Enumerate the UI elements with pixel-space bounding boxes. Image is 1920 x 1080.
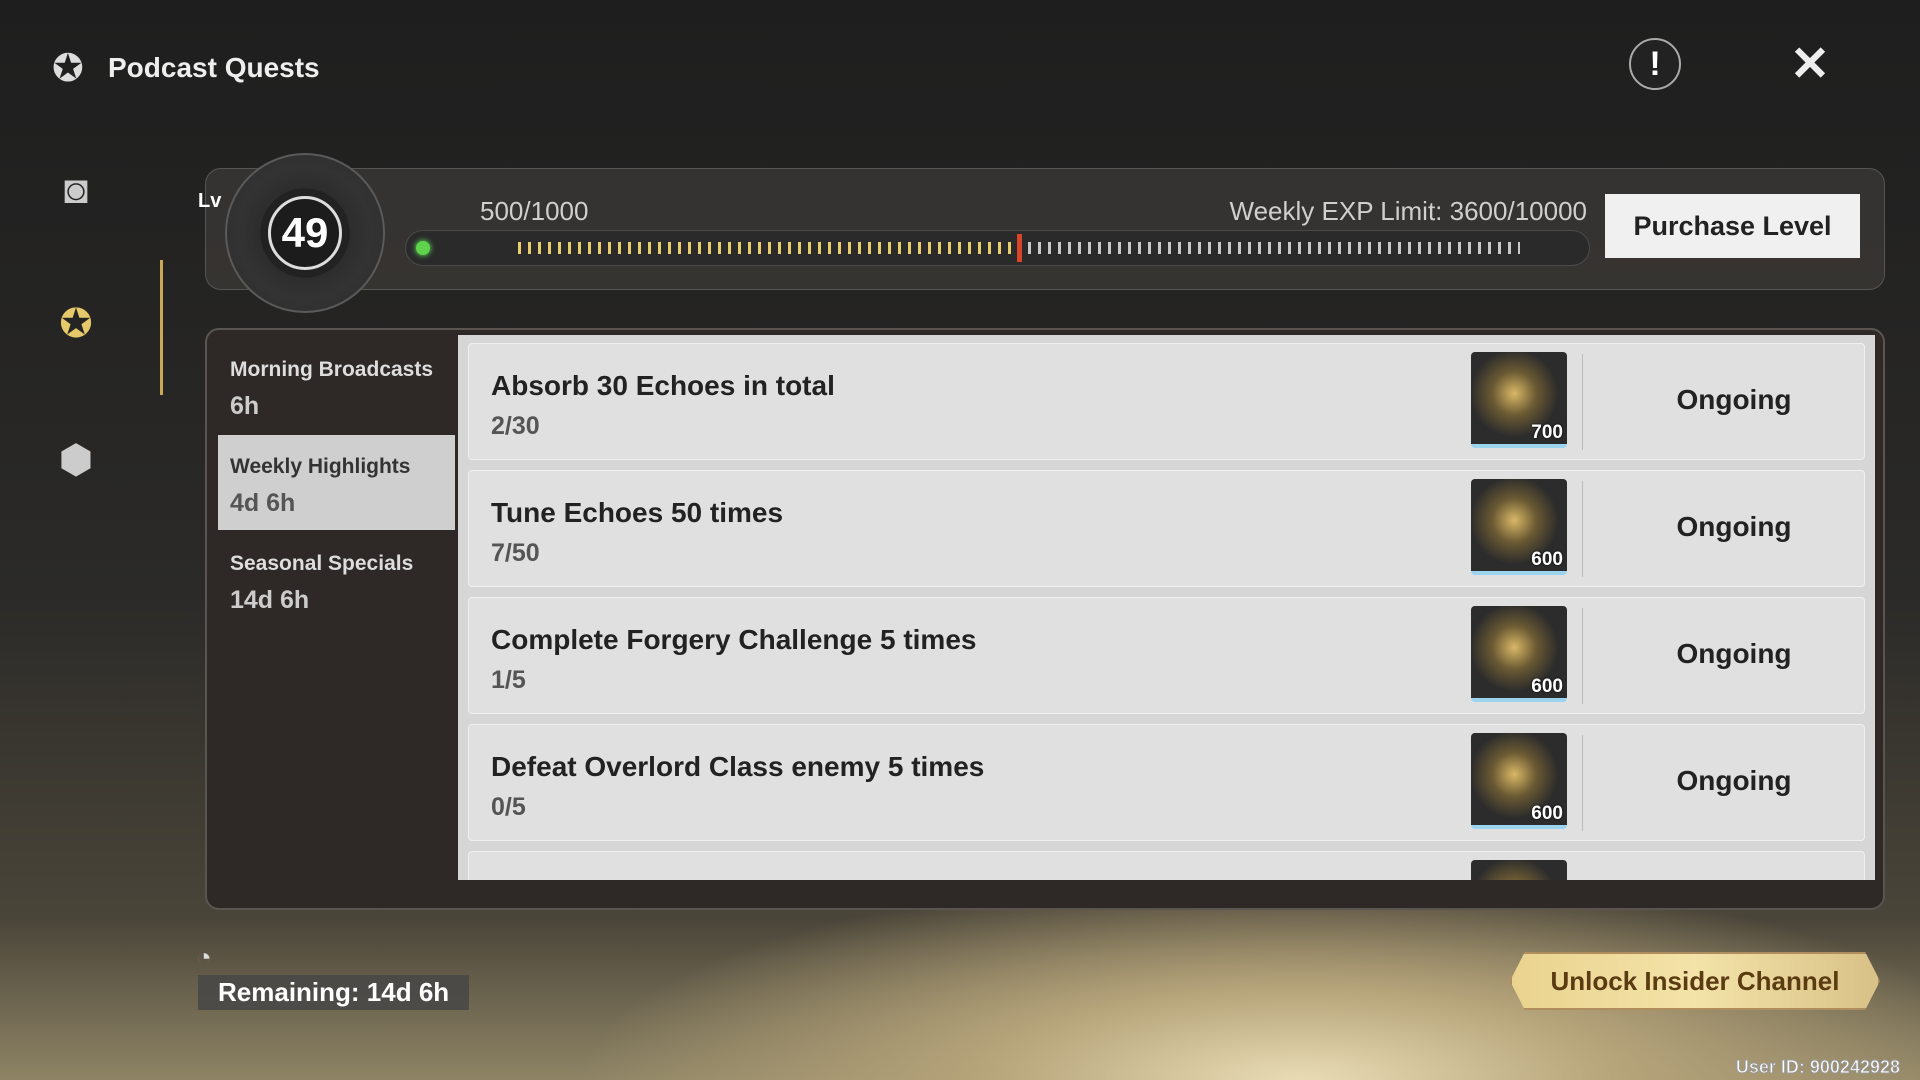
divider [1582,354,1583,450]
quest-status: Ongoing [1676,511,1792,542]
quest-title: Complete Forgery Challenge 5 times [491,624,977,655]
quest-progress: 1/5 [491,666,526,694]
sidebar-active-indicator [160,260,163,395]
quest-row[interactable]: Absorb 30 Echoes in total 2/30 700 Ongoi… [468,343,1865,460]
quest-status: Ongoing [1676,384,1792,415]
quest-progress: 2/30 [491,412,540,440]
quest-progress: 7/50 [491,539,540,567]
info-button[interactable]: ! [1629,38,1681,90]
reward-amount: 700 [1531,422,1563,443]
sidebar-item-podcast[interactable]: ✪ [50,298,102,350]
reward-amount: 600 [1531,676,1563,697]
close-button[interactable]: ✕ [1784,38,1836,91]
unlock-insider-channel-button[interactable]: Unlock Insider Channel [1510,952,1880,1010]
reward-item[interactable] [1471,860,1567,880]
sidebar-item-record[interactable]: ◙ [50,164,102,216]
tab-morning-broadcasts[interactable]: Morning Broadcasts 6h [218,338,455,433]
tab-time: 6h [230,392,260,420]
close-x-icon: ✕ [1789,38,1831,91]
tab-name: Seasonal Specials [230,552,414,575]
page-title: Podcast Quests [108,52,320,83]
divider [1582,735,1583,831]
exclamation-icon: ! [1649,44,1661,83]
tab-seasonal-specials[interactable]: Seasonal Specials 14d 6h [218,532,455,627]
level-label: Lv [198,190,222,212]
quest-title: Defeat Overlord Class enemy 5 times [491,751,985,782]
reward-item[interactable]: 700 [1471,352,1567,448]
exp-ticks-filled [518,242,1019,254]
reward-amount: 600 [1531,803,1563,824]
quest-row[interactable]: Tune Echoes 50 times 7/50 600 Ongoing [468,470,1865,587]
record-player-icon: ◙ [63,167,89,212]
user-id: User ID: 900242928 [1735,1057,1900,1078]
reward-amount: 600 [1531,549,1563,570]
quest-progress: 0/5 [491,793,526,821]
tab-time: 4d 6h [230,489,296,517]
quest-row[interactable]: Defeat Overlord Class enemy 5 times 0/5 … [468,724,1865,841]
clock-icon: ◔ [196,942,212,972]
sidebar-item-box[interactable]: ⬢ [50,434,102,486]
reward-item[interactable]: 600 [1471,733,1567,829]
podcast-logo-icon: ✪ [52,48,84,90]
reward-item[interactable]: 600 [1471,479,1567,575]
tab-weekly-highlights[interactable]: Weekly Highlights 4d 6h [218,435,455,530]
box-icon: ⬢ [58,438,94,482]
divider [1582,481,1583,577]
divider [1582,608,1583,704]
quest-title: Absorb 30 Echoes in total [491,370,835,401]
quest-list[interactable]: Absorb 30 Echoes in total 2/30 700 Ongoi… [458,335,1875,880]
tab-name: Weekly Highlights [230,455,411,478]
tab-name: Morning Broadcasts [230,358,434,381]
quest-row-partial[interactable] [468,851,1865,880]
level-value: 49 [268,196,342,270]
reward-item[interactable]: 600 [1471,606,1567,702]
podcast-orb-icon: ✪ [59,302,93,346]
weekly-exp-limit: Weekly EXP Limit: 3600/10000 [1229,196,1587,226]
purchase-level-button[interactable]: Purchase Level [1605,194,1860,258]
status-dot-icon [416,241,430,255]
tab-time: 14d 6h [230,586,310,614]
exp-marker [1017,234,1022,262]
quest-status: Ongoing [1676,765,1792,796]
quest-title: Tune Echoes 50 times [491,497,784,528]
exp-text: 500/1000 [480,196,589,226]
quest-status: Ongoing [1676,638,1792,669]
remaining-time: Remaining: 14d 6h [198,975,470,1010]
quest-row[interactable]: Complete Forgery Challenge 5 times 1/5 6… [468,597,1865,714]
